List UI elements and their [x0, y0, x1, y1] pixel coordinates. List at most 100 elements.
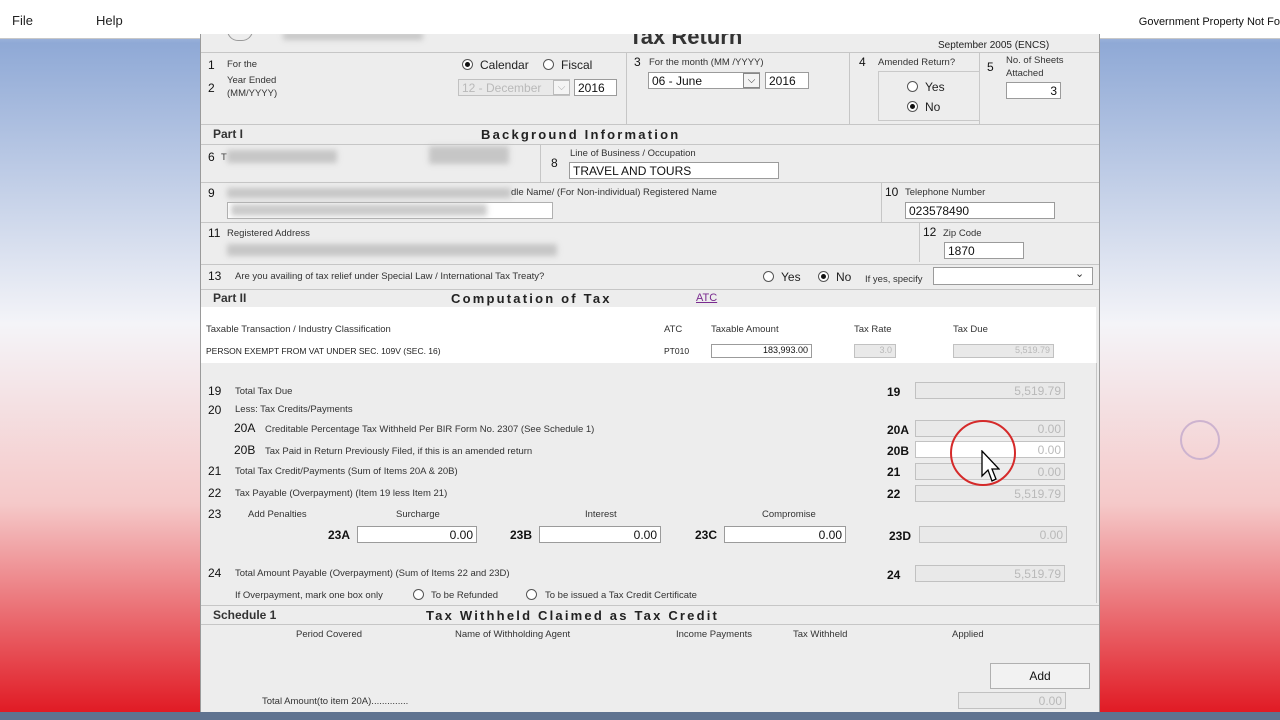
divider	[201, 289, 1099, 290]
table-header-amount: Taxable Amount	[711, 324, 779, 335]
item-13-number: 13	[208, 269, 222, 283]
item-23-label: Add Penalties	[248, 509, 307, 520]
specify-label: If yes, specify	[865, 274, 923, 285]
for-month-year-field[interactable]: 2016	[765, 72, 809, 89]
taxpayer-name-label-redacted	[227, 188, 511, 198]
item-11-number: 11	[208, 226, 221, 240]
item-23b-number: 23B	[510, 528, 533, 542]
item-20b-ref: 20B	[887, 444, 910, 458]
item-5-sublabel: Attached	[1006, 68, 1044, 79]
calendar-label: Calendar	[480, 58, 529, 72]
item-4-number: 4	[859, 55, 866, 69]
item-21-number: 21	[208, 464, 222, 478]
divider	[201, 624, 1099, 625]
item-20-label: Less: Tax Credits/Payments	[235, 404, 353, 415]
schedule-total-label: Total Amount(to item 20A)..............	[262, 696, 409, 707]
rdo-redacted	[429, 146, 509, 164]
amended-yes-radio[interactable]	[907, 81, 918, 92]
table-header-atc: ATC	[664, 324, 683, 335]
item-20a-number: 20A	[234, 421, 256, 435]
schedule-total-field: 0.00	[958, 692, 1066, 709]
item-10-number: 10	[885, 185, 899, 199]
line-of-business-field[interactable]: TRAVEL AND TOURS	[569, 162, 779, 179]
item-20-number: 20	[208, 403, 222, 417]
item-20a-ref: 20A	[887, 423, 910, 437]
tax-relief-yes-radio[interactable]	[763, 271, 774, 282]
part-2-label: Part II	[213, 291, 247, 305]
item-19-label: Total Tax Due	[235, 386, 293, 397]
tax-due-field: 5,519.79	[953, 344, 1054, 358]
tax-return-form: Tax Return September 2005 (ENCS) 1 For t…	[200, 34, 1100, 714]
government-notice: Government Property Not Fo	[1138, 16, 1280, 28]
surcharge-field[interactable]: 0.00	[357, 526, 477, 543]
schedule-col-applied: Applied	[952, 629, 984, 640]
divider	[540, 144, 541, 182]
fiscal-label: Fiscal	[561, 58, 593, 72]
item-8-number: 8	[551, 156, 558, 170]
menu-file[interactable]: File	[12, 13, 33, 28]
item-23-number: 23	[208, 507, 222, 521]
divider	[201, 264, 1099, 265]
interest-label: Interest	[585, 509, 617, 520]
add-button[interactable]: Add	[990, 663, 1090, 689]
item-24-number: 24	[208, 566, 222, 580]
item-5-number: 5	[987, 60, 994, 74]
item-6-number: 6	[208, 150, 215, 164]
refund-radio[interactable]	[413, 589, 424, 600]
item-24-label: Total Amount Payable (Overpayment) (Sum …	[235, 568, 510, 579]
sheets-attached-field[interactable]: 3	[1006, 82, 1061, 99]
interest-field[interactable]: 0.00	[539, 526, 661, 543]
chevron-down-icon[interactable]: ⌵	[553, 80, 570, 95]
form-title: Tax Return	[629, 34, 743, 49]
agency-name-redacted	[283, 34, 423, 40]
total-amount-payable-field: 5,519.79	[915, 565, 1065, 582]
divider	[626, 52, 627, 124]
item-1-number: 1	[208, 58, 215, 72]
amended-no-label: No	[925, 100, 941, 114]
divider	[201, 144, 1099, 145]
schedule-col-income: Income Payments	[676, 629, 753, 640]
tax-relief-no-radio[interactable]	[818, 271, 829, 282]
item-23a-number: 23A	[328, 528, 351, 542]
item-22-ref: 22	[887, 487, 901, 501]
tax-relief-no-label: No	[836, 270, 852, 284]
zip-code-field[interactable]: 1870	[944, 242, 1024, 259]
schedule-col-agent: Name of Withholding Agent	[455, 629, 571, 640]
compromise-field[interactable]: 0.00	[724, 526, 846, 543]
menu-help[interactable]: Help	[96, 13, 123, 28]
item-5-label: No. of Sheets	[1006, 55, 1064, 66]
item-20b-label: Tax Paid in Return Previously Filed, if …	[265, 446, 533, 457]
year-ended-year-field[interactable]: 2016	[574, 79, 617, 96]
total-tax-due-field: 5,519.79	[915, 382, 1065, 399]
item-9-number: 9	[208, 186, 215, 200]
table-row-atc: PT010	[664, 346, 690, 356]
mouse-pointer-icon	[981, 450, 1000, 482]
amended-yes-label: Yes	[925, 80, 945, 94]
tax-credit-certificate-radio[interactable]	[526, 589, 537, 600]
divider	[201, 182, 1099, 183]
fiscal-radio[interactable]	[543, 59, 554, 70]
amended-no-radio[interactable]	[907, 101, 918, 112]
part-1-title: Background Information	[481, 127, 681, 142]
chevron-down-icon[interactable]: ⌄	[1075, 267, 1084, 280]
chevron-down-icon[interactable]: ⌵	[743, 73, 760, 88]
tax-relief-specify-select[interactable]	[933, 267, 1093, 285]
item-24-ref: 24	[887, 568, 901, 582]
refund-label: To be Refunded	[431, 590, 499, 601]
taxable-amount-field[interactable]: 183,993.00	[711, 344, 812, 358]
item-20a-label: Creditable Percentage Tax Withheld Per B…	[265, 424, 595, 435]
tax-credit-certificate-label: To be issued a Tax Credit Certificate	[545, 590, 697, 601]
divider	[201, 222, 1099, 223]
telephone-field[interactable]: 023578490	[905, 202, 1055, 219]
atc-link[interactable]: ATC	[696, 292, 717, 304]
compromise-label: Compromise	[762, 509, 816, 520]
item-2-sublabel: (MM/YYYY)	[227, 88, 278, 99]
schedule-1-title: Tax Withheld Claimed as Tax Credit	[426, 608, 720, 623]
item-2-number: 2	[208, 81, 215, 95]
divider	[201, 124, 1099, 125]
calendar-radio[interactable]	[462, 59, 473, 70]
item-6-label: T	[221, 152, 227, 163]
bir-logo-icon	[227, 34, 253, 41]
tax-relief-yes-label: Yes	[781, 270, 801, 284]
form-date: September 2005 (ENCS)	[938, 40, 1050, 51]
